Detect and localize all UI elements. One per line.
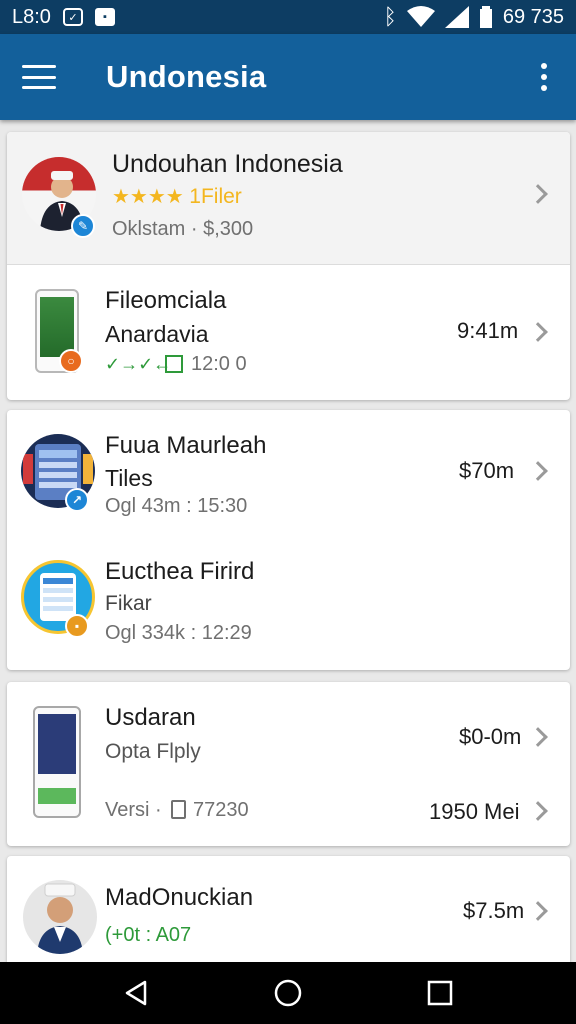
item-meta: Ogl 334k : 12:29	[105, 622, 252, 644]
item-value-secondary: 1950 Mei	[429, 799, 520, 824]
wifi-icon	[406, 6, 435, 27]
list-item-1[interactable]: ✎ Undouhan Indonesia ★★★★ 1Filer Oklstam…	[7, 132, 570, 264]
item-tag: ✓→✓←	[105, 354, 172, 374]
recents-icon[interactable]	[425, 978, 455, 1008]
item-title: Fuua Maurleah	[105, 432, 267, 459]
bluetooth-icon: ᛒ	[383, 4, 397, 29]
item-title: Undouhan Indonesia	[112, 150, 343, 178]
chevron-right-icon[interactable]	[528, 901, 548, 921]
item-value: $70m	[459, 458, 515, 483]
item-title: MadOnuckian	[105, 884, 254, 911]
chevron-right-icon[interactable]	[528, 727, 548, 747]
item-meta: Oklstam · $,300	[112, 218, 254, 240]
chevron-right-icon[interactable]	[528, 801, 548, 821]
item-subtitle: Opta Flply	[105, 740, 201, 763]
menu-icon[interactable]	[22, 65, 56, 89]
item-meta: Ogl 43m : 15:30	[105, 495, 248, 517]
rating-stars: ★★★★ 1Filer	[112, 184, 242, 209]
avatar-person	[23, 880, 97, 954]
chevron-right-icon[interactable]	[528, 184, 548, 204]
list-item-5[interactable]: Usdaran Opta Flply Versi · 77230 $0-0m 1…	[7, 682, 570, 846]
item-value: $7.5m	[463, 898, 525, 923]
item-value: $0-0m	[459, 724, 522, 749]
grid-icon	[165, 355, 183, 373]
chevron-right-icon[interactable]	[528, 461, 548, 481]
item-subtitle: Fikar	[105, 592, 152, 615]
card-4: MadOnuckian (+0t : A07 $7.5m	[7, 856, 570, 962]
home-icon[interactable]	[273, 978, 303, 1008]
item-title: Fileomciala	[105, 287, 227, 314]
battery-icon	[479, 6, 492, 28]
cell-signal-icon	[444, 6, 469, 28]
clock: L8:0	[12, 5, 51, 28]
app-bar: Undonesia	[0, 34, 576, 120]
item-meta-label: Versi ·	[105, 799, 162, 821]
chevron-right-icon[interactable]	[528, 322, 548, 342]
share-badge-icon: ↗	[65, 488, 89, 512]
status-right-text: 69 735	[502, 5, 564, 28]
item-title: Eucthea Firird	[105, 558, 255, 585]
item-title: Usdaran	[105, 704, 196, 731]
back-icon[interactable]	[121, 978, 151, 1008]
more-options-icon[interactable]	[534, 63, 554, 91]
orange-badge-icon: ▪	[65, 614, 89, 638]
card-1: ✎ Undouhan Indonesia ★★★★ 1Filer Oklstam…	[7, 132, 570, 400]
list-item-4[interactable]: ▪ Eucthea Firird Fikar Ogl 334k : 12:29	[7, 538, 570, 670]
item-meta: 12:0 0	[191, 353, 247, 375]
list-item-3[interactable]: ↗ Fuua Maurleah Tiles Ogl 43m : 15:30 $7…	[7, 410, 570, 538]
system-navigation-bar	[0, 962, 576, 1024]
item-subtitle: Anardavia	[105, 321, 209, 347]
card-2: ↗ Fuua Maurleah Tiles Ogl 43m : 15:30 $7…	[7, 410, 570, 670]
item-meta: (+0t : A07	[105, 924, 192, 946]
star-icon: ★★★★	[112, 186, 184, 208]
list-item-2[interactable]: ○ Fileomciala Anardavia ✓→✓← 12:0 0 9:41…	[7, 264, 570, 400]
card-3: Usdaran Opta Flply Versi · 77230 $0-0m 1…	[7, 682, 570, 846]
list-item-6[interactable]: MadOnuckian (+0t : A07 $7.5m	[7, 856, 570, 962]
item-meta-value: 77230	[193, 799, 249, 821]
orange-badge-icon: ○	[59, 349, 83, 373]
check-notification-icon: ✓	[62, 8, 83, 26]
message-notification-icon: ▪	[94, 8, 115, 26]
rating-text: 1Filer	[189, 185, 242, 208]
item-subtitle: Tiles	[105, 465, 153, 491]
item-value: 9:41m	[457, 318, 519, 343]
edit-badge-icon: ✎	[71, 214, 95, 238]
status-bar: L8:0 ✓ ▪ ᛒ 69 735	[0, 0, 576, 34]
phone-keypad-thumbnail	[33, 706, 81, 818]
app-title: Undonesia	[106, 59, 267, 94]
document-icon	[171, 800, 186, 819]
